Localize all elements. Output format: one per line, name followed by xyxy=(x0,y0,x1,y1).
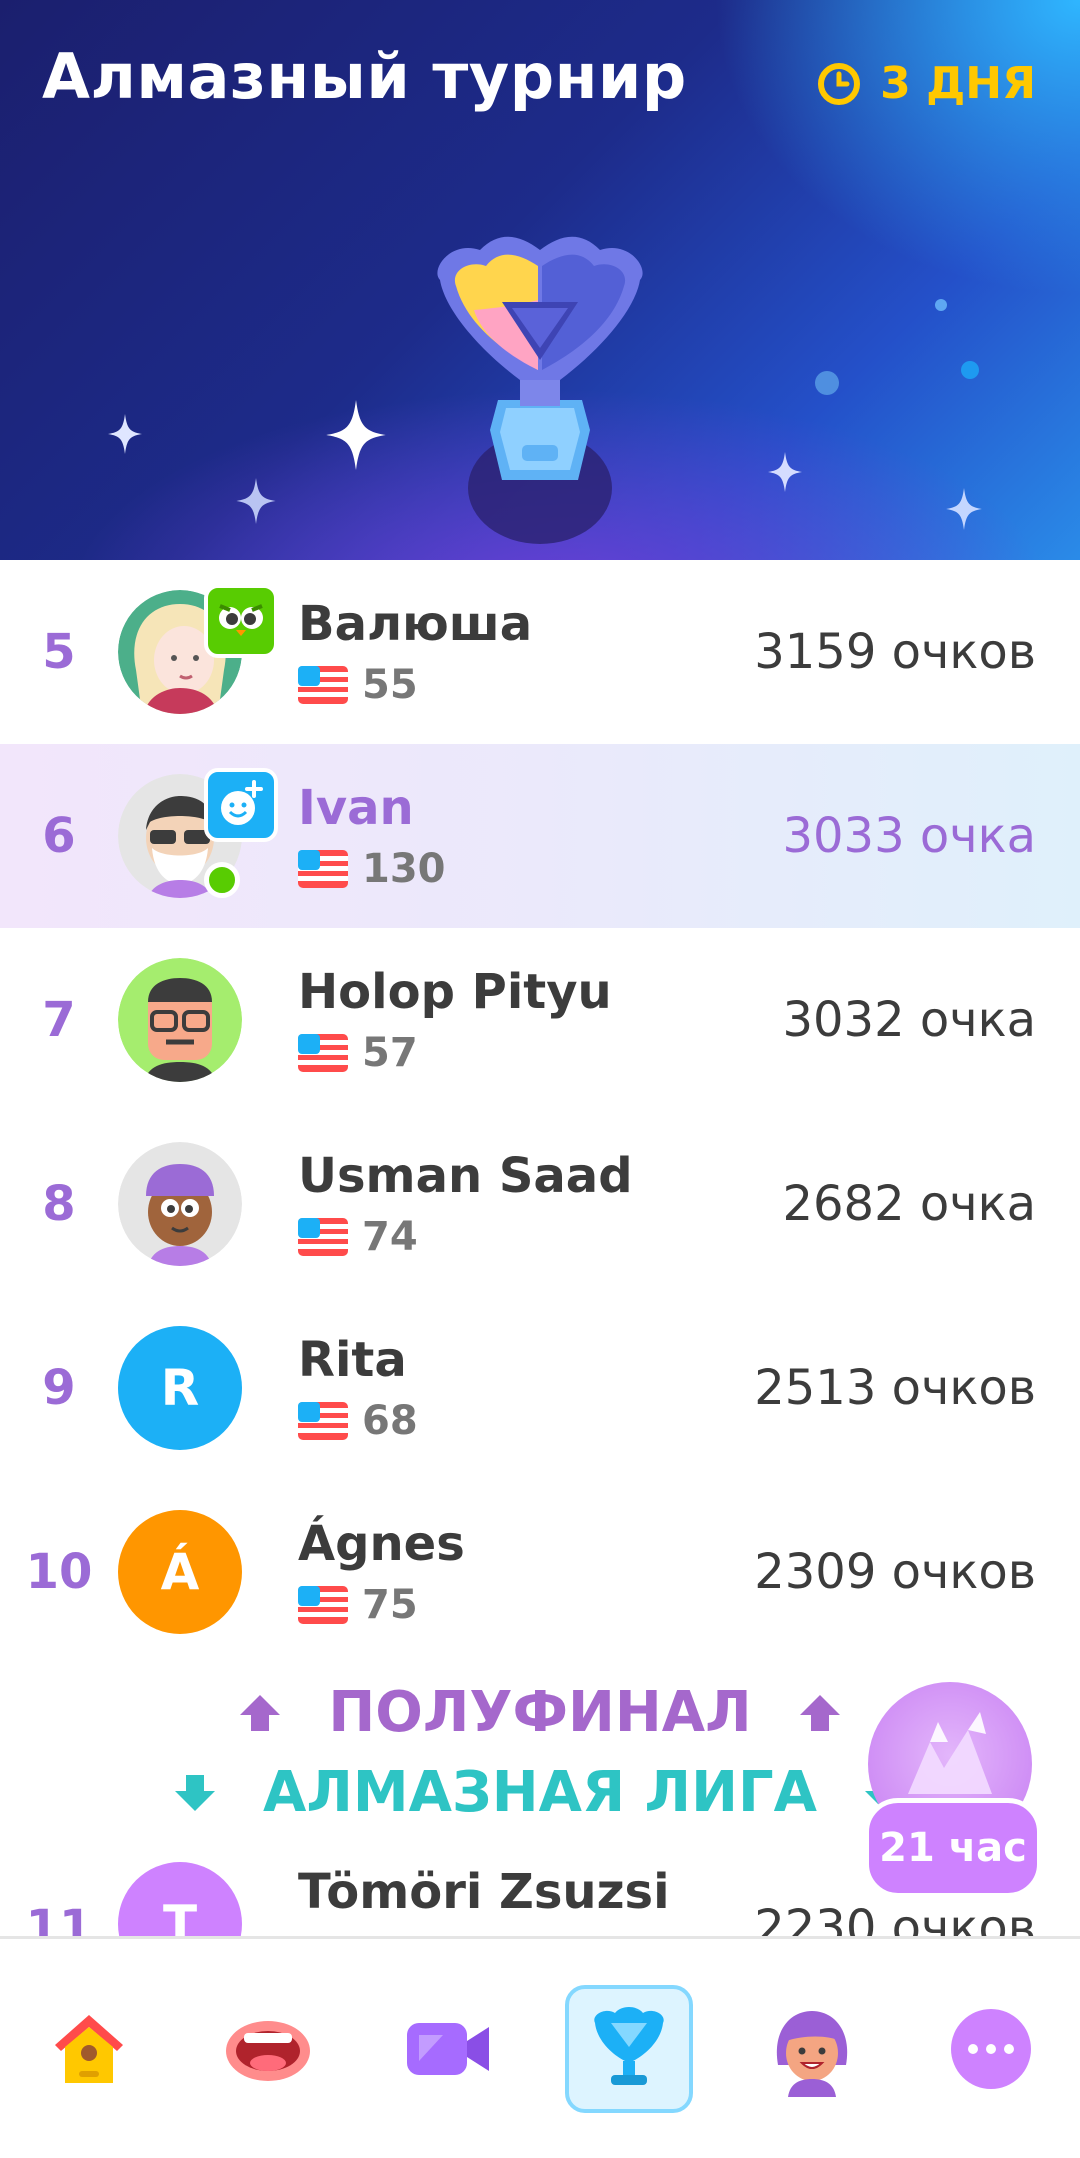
user-name: Rita xyxy=(298,1332,407,1388)
nav-speaking[interactable] xyxy=(208,1989,328,2109)
avatar[interactable]: Á xyxy=(118,1510,242,1634)
sparkle-icon xyxy=(108,414,142,454)
duo-owl-badge xyxy=(204,584,278,658)
rank-number: 8 xyxy=(42,1176,76,1232)
league-zone-label: АЛМАЗНАЯ ЛИГА xyxy=(263,1760,817,1825)
user-streak: 68 xyxy=(362,1398,418,1444)
user-name: Ivan xyxy=(298,780,414,836)
sparkle-icon xyxy=(946,488,982,530)
avatar[interactable]: T xyxy=(118,1862,242,1936)
us-flag-icon xyxy=(298,1402,348,1440)
add-friend-badge xyxy=(204,768,278,842)
avatar-initial: T xyxy=(162,1895,198,1936)
speaking-mouth-icon xyxy=(225,2020,310,2081)
rank-number: 5 xyxy=(42,624,76,680)
arrow-up-icon xyxy=(240,1694,281,1731)
user-points: 2309 очков xyxy=(754,1544,1036,1600)
dot-decoration xyxy=(935,299,947,311)
user-streak: 74 xyxy=(362,1214,418,1260)
us-flag-icon xyxy=(298,1586,348,1624)
video-icon xyxy=(406,2022,489,2075)
user-streak: 55 xyxy=(362,662,418,708)
dot-decoration xyxy=(815,371,839,395)
arrow-down-icon xyxy=(175,1774,216,1811)
leaderboard-list: 5 Валюша 55 3159 очков 6 Ivan 130 3033 о… xyxy=(0,560,1080,1664)
user-streak: 75 xyxy=(362,1582,418,1628)
us-flag-icon xyxy=(298,666,348,704)
user-points: 2682 очка xyxy=(782,1176,1036,1232)
leaderboard-row[interactable]: 7 Holop Pityu 57 3032 очка xyxy=(0,928,1080,1112)
leaderboard-row-current-user[interactable]: 6 Ivan 130 3033 очка xyxy=(0,744,1080,928)
leaderboard-row[interactable]: 10 Á Ágnes 75 2309 очков xyxy=(0,1480,1080,1664)
xp-boost-timer[interactable]: 21 час xyxy=(864,1798,1042,1898)
user-name: Ágnes xyxy=(298,1516,465,1572)
page-title: Алмазный турнир xyxy=(42,40,687,113)
us-flag-icon xyxy=(298,850,348,888)
user-name: Usman Saad xyxy=(298,1148,633,1204)
user-name: Валюша xyxy=(298,596,533,652)
home-icon xyxy=(55,2014,124,2083)
leaderboard-row[interactable]: 5 Валюша 55 3159 очков xyxy=(0,560,1080,744)
avatar[interactable] xyxy=(118,1142,242,1266)
rank-number: 11 xyxy=(25,1900,93,1936)
user-points: 2513 очков xyxy=(754,1360,1036,1416)
clock-icon xyxy=(818,62,861,105)
us-flag-icon xyxy=(298,1034,348,1072)
avatar-initial: Á xyxy=(160,1543,200,1601)
bottom-navigation xyxy=(0,1936,1080,2158)
avatar[interactable]: R xyxy=(118,1326,242,1450)
nav-more[interactable] xyxy=(931,1989,1051,2109)
rank-number: 10 xyxy=(25,1544,93,1600)
nav-home[interactable] xyxy=(29,1989,149,2109)
user-points: 3033 очка xyxy=(782,808,1036,864)
user-streak: 130 xyxy=(362,846,446,892)
user-streak: 57 xyxy=(362,1030,418,1076)
sparkle-icon xyxy=(326,400,386,470)
user-points: 3159 очков xyxy=(754,624,1036,680)
avatar[interactable] xyxy=(118,958,242,1082)
leaderboard-trophy-icon xyxy=(594,2006,664,2085)
leaderboard-row[interactable]: 9 R Rita 68 2513 очков xyxy=(0,1296,1080,1480)
sparkle-icon xyxy=(236,478,276,524)
avatar-initial: R xyxy=(160,1359,200,1417)
rank-number: 6 xyxy=(42,808,76,864)
timer-label: 3 ДНЯ xyxy=(880,58,1036,109)
nav-profile[interactable] xyxy=(752,1989,872,2109)
diamond-trophy-icon xyxy=(437,236,643,544)
user-name: Tömöri Zsuzsi xyxy=(298,1864,670,1920)
arrow-up-icon xyxy=(799,1694,840,1731)
profile-icon xyxy=(776,2010,848,2097)
online-status-indicator xyxy=(204,862,240,898)
leaderboard-row[interactable]: 8 Usman Saad 74 2682 очка xyxy=(0,1112,1080,1296)
rank-number: 9 xyxy=(42,1360,76,1416)
rank-number: 7 xyxy=(42,992,76,1048)
league-timer: 3 ДНЯ xyxy=(816,58,1036,109)
more-icon xyxy=(950,2008,1031,2089)
user-points: 3032 очка xyxy=(782,992,1036,1048)
league-header: Алмазный турнир 3 ДНЯ xyxy=(0,0,1080,560)
sparkle-icon xyxy=(768,452,802,492)
user-points: 2230 очков xyxy=(754,1900,1036,1936)
us-flag-icon xyxy=(298,1218,348,1256)
user-name: Holop Pityu xyxy=(298,964,612,1020)
promotion-zone-label: ПОЛУФИНАЛ xyxy=(328,1680,752,1745)
nav-video[interactable] xyxy=(387,1989,507,2109)
nav-leaderboard[interactable] xyxy=(565,1984,694,2113)
dot-decoration xyxy=(961,361,979,379)
